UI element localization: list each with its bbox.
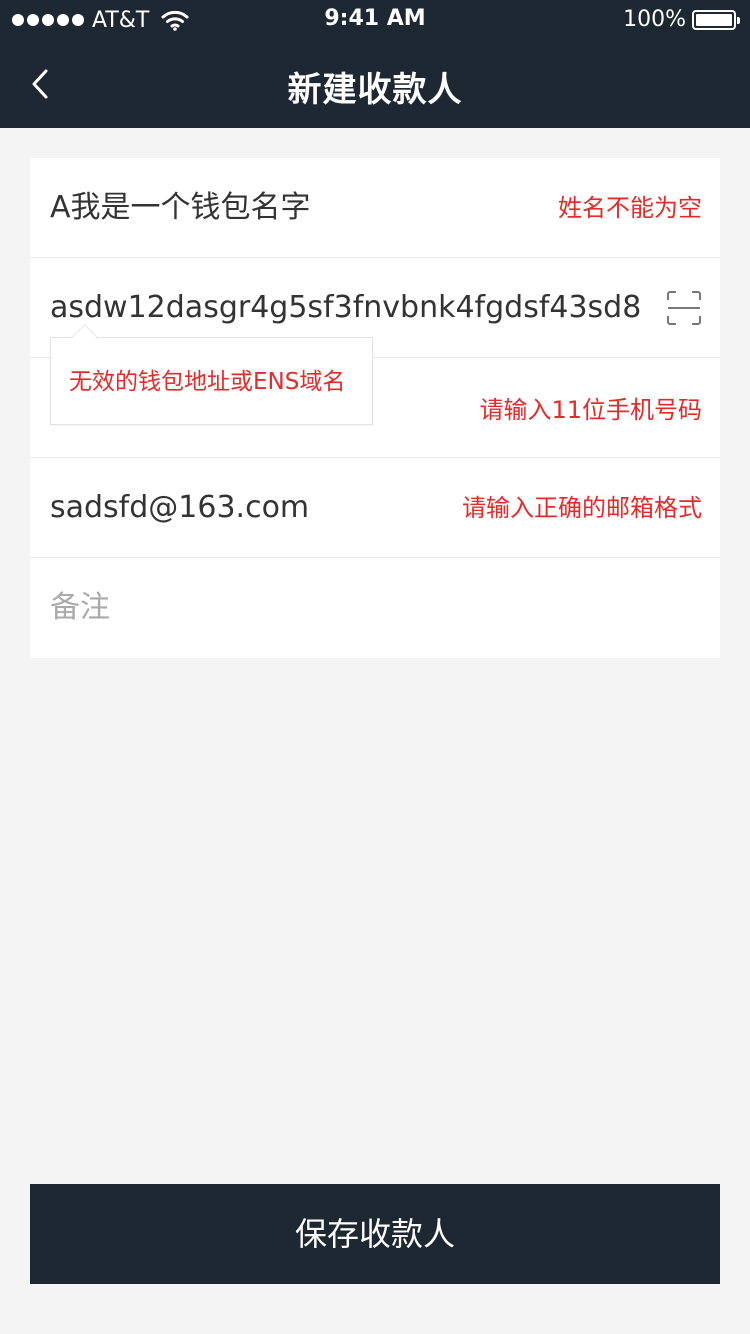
nav-bar: 新建收款人 [0, 40, 750, 128]
name-field[interactable]: A我是一个钱包名字 [50, 158, 311, 258]
status-right: 100% [623, 7, 740, 32]
status-bar: AT&T 9:41 AM 100% [0, 0, 750, 40]
name-row[interactable]: A我是一个钱包名字 姓名不能为空 [30, 158, 720, 258]
address-error-tooltip: 无效的钱包地址或ENS域名 [50, 337, 373, 425]
address-error-text: 无效的钱包地址或ENS域名 [69, 369, 346, 395]
battery-icon [692, 9, 740, 30]
scan-icon[interactable] [666, 290, 702, 326]
note-field[interactable]: 备注 [50, 558, 110, 658]
header: AT&T 9:41 AM 100% 新建收款人 [0, 0, 750, 128]
name-error: 姓名不能为空 [558, 194, 702, 222]
email-row[interactable]: sadsfd@163.com 请输入正确的邮箱格式 [30, 458, 720, 558]
save-payee-button[interactable]: 保存收款人 [30, 1184, 720, 1284]
email-error: 请输入正确的邮箱格式 [462, 494, 702, 522]
screen: AT&T 9:41 AM 100% 新建收款人 A我是一个钱包名字 姓名不能为空… [0, 0, 750, 1334]
page-title: 新建收款人 [287, 70, 463, 110]
email-field[interactable]: sadsfd@163.com [50, 458, 309, 558]
note-row[interactable]: 备注 [30, 558, 720, 658]
battery-percent: 100% [623, 7, 686, 32]
phone-error: 请输入11位手机号码 [479, 396, 702, 424]
